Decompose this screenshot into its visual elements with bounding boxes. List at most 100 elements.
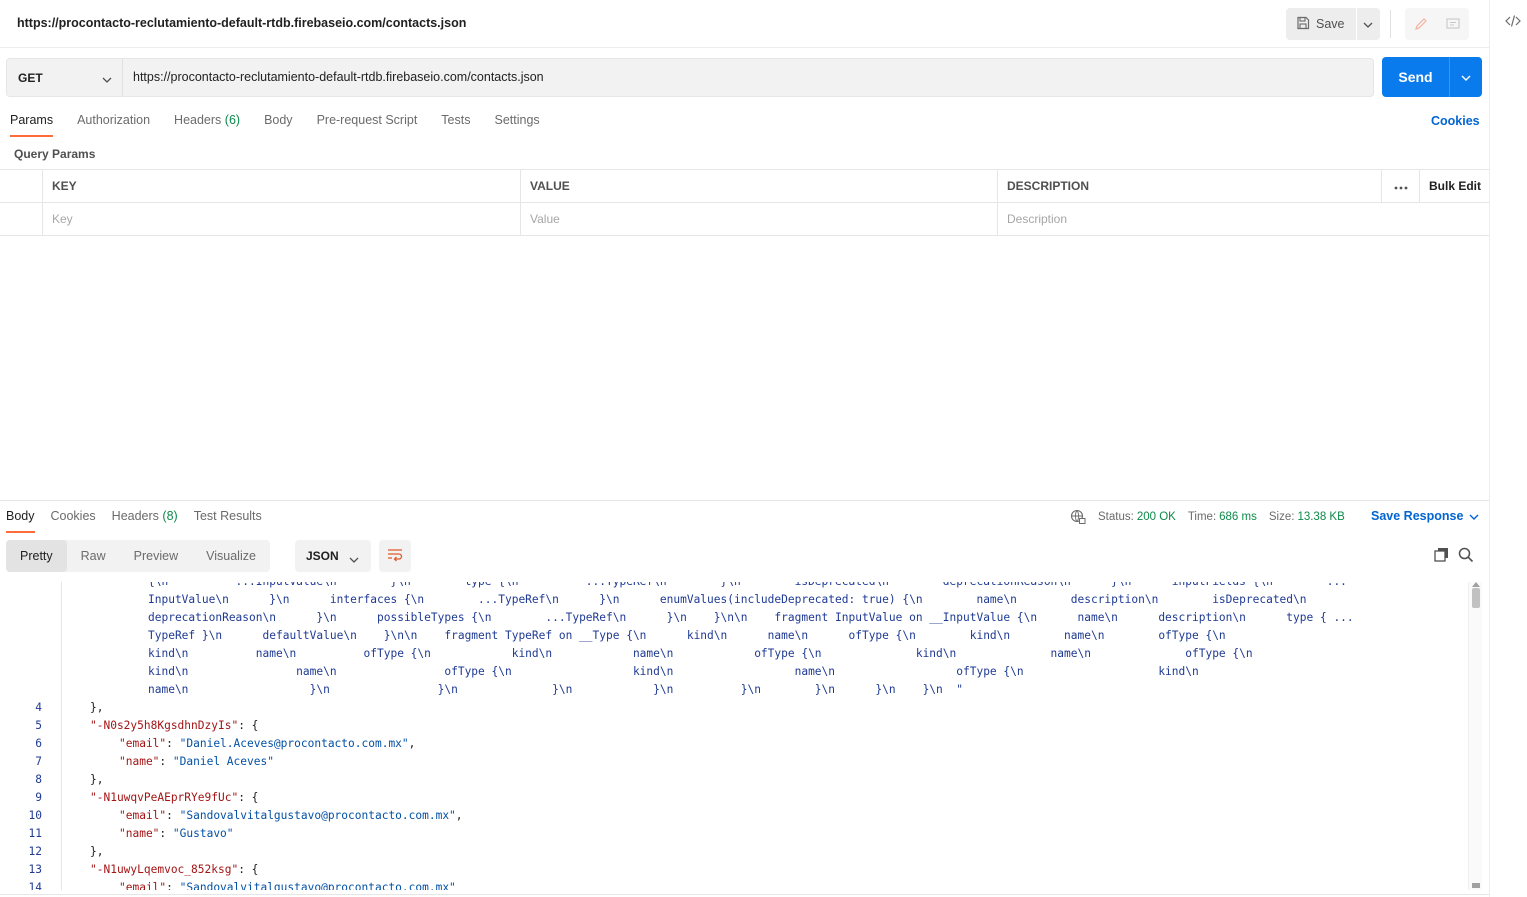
tab-response-headers[interactable]: Headers (8) <box>112 509 178 533</box>
url-input[interactable]: https://procontacto-reclutamiento-defaul… <box>133 59 544 96</box>
view-pretty[interactable]: Pretty <box>6 540 67 572</box>
view-mode-toggle[interactable] <box>1405 8 1469 40</box>
code-line: }, <box>90 771 103 789</box>
code-line: "-N1uwqvPeAEprRYe9fUc": { <box>90 789 258 807</box>
params-row: Key Value Description <box>0 203 1489 236</box>
more-horizontal-icon <box>1394 170 1408 203</box>
json-string-value: "Sandovalvitalgustavo@procontacto.com.mx… <box>179 809 456 822</box>
send-options-button[interactable] <box>1449 57 1482 97</box>
headers-count: (6) <box>224 113 241 127</box>
json-punctuation: }, <box>90 845 104 858</box>
tab-params[interactable]: Params <box>10 113 54 137</box>
chevron-down-icon <box>102 72 112 86</box>
globe-icon[interactable] <box>1070 509 1086 525</box>
cookies-link[interactable]: Cookies <box>1431 114 1480 128</box>
format-label: JSON <box>306 549 339 563</box>
line-number: 6 <box>35 737 42 750</box>
json-key: "-N1uwyLqemvoc_852ksg" <box>90 863 239 876</box>
code-line: }, <box>90 843 103 861</box>
save-response-label: Save Response <box>1371 509 1464 523</box>
save-group: Save <box>1286 8 1380 40</box>
code-line: "name": "Daniel Aceves" <box>119 753 274 771</box>
json-string-value: "Gustavo" <box>172 827 234 840</box>
divider <box>1390 10 1391 38</box>
tab-test-results[interactable]: Test Results <box>194 509 262 533</box>
chevron-down-icon <box>1363 17 1373 31</box>
time-value[interactable]: 686 ms <box>1219 511 1257 523</box>
method-select[interactable]: GET <box>7 59 123 96</box>
code-line: "email": "Sandovalvitalgustavo@procontac… <box>119 807 463 825</box>
code-line-wrapped: InputValue\n }\n interfaces {\n ...TypeR… <box>148 593 1307 606</box>
tab-tests[interactable]: Tests <box>441 113 470 137</box>
save-icon <box>1296 16 1310 33</box>
send-button[interactable]: Send <box>1382 57 1449 97</box>
tab-authorization[interactable]: Authorization <box>77 113 150 137</box>
view-raw[interactable]: Raw <box>67 540 120 572</box>
time-label: Time: <box>1187 511 1217 523</box>
tab-response-cookies[interactable]: Cookies <box>51 509 96 533</box>
tab-response-body[interactable]: Body <box>6 509 35 533</box>
save-label: Save <box>1316 17 1345 31</box>
status-value[interactable]: 200 OK <box>1137 511 1176 523</box>
json-string-value: "Daniel Aceves" <box>172 755 274 768</box>
code-icon[interactable] <box>1505 14 1521 31</box>
json-punctuation: : { <box>238 791 259 804</box>
param-key-input[interactable]: Key <box>42 203 520 236</box>
param-description-input[interactable]: Description <box>997 203 1381 236</box>
save-options-button[interactable] <box>1355 8 1380 40</box>
bulk-edit-button[interactable]: Bulk Edit <box>1419 170 1489 203</box>
request-title[interactable]: https://procontacto-reclutamiento-defaul… <box>17 16 466 30</box>
scroll-up-arrow[interactable] <box>1472 582 1480 587</box>
scroll-down-arrow[interactable] <box>1472 883 1480 888</box>
line-number: 14 <box>28 881 42 890</box>
code-scrollbar[interactable] <box>1468 582 1482 890</box>
size-value[interactable]: 13.38 KB <box>1297 511 1344 523</box>
view-preview[interactable]: Preview <box>120 540 192 572</box>
tab-body[interactable]: Body <box>264 113 293 137</box>
wrap-lines-button[interactable] <box>379 540 411 572</box>
json-punctuation: : <box>166 881 180 890</box>
scroll-thumb[interactable] <box>1472 588 1480 608</box>
copy-icon[interactable] <box>1434 547 1449 565</box>
view-visualize[interactable]: Visualize <box>192 540 270 572</box>
code-line: "email": "Sandovalvitalgustavo@procontac… <box>119 879 456 890</box>
tab-prerequest-script[interactable]: Pre-request Script <box>317 113 418 137</box>
json-key: "email" <box>119 881 167 890</box>
comment-icon[interactable] <box>1437 8 1469 40</box>
line-number: 5 <box>35 719 42 732</box>
json-key: "email" <box>119 809 167 822</box>
response-divider[interactable] <box>0 500 1489 501</box>
code-line: "-N0s2y5h8KgsdhnDzyIs": { <box>90 717 258 735</box>
code-line-wrapped: name\n }\n }\n }\n }\n }\n }\n }\n }\n " <box>148 683 963 696</box>
code-line: "email": "Daniel.Aceves@procontacto.com.… <box>119 735 415 753</box>
status-label: Status: <box>1098 511 1134 523</box>
json-string-value: "Daniel.Aceves@procontacto.com.mx" <box>179 737 409 750</box>
save-button[interactable]: Save <box>1286 8 1356 40</box>
line-number: 10 <box>28 809 42 822</box>
code-line-wrapped: {\n ...InputValue\n }\n type {\n ...Type… <box>148 582 1347 591</box>
more-options-button[interactable] <box>1381 170 1419 203</box>
response-code-viewer[interactable]: {\n ...InputValue\n }\n type {\n ...Type… <box>0 582 1468 890</box>
line-number: 13 <box>28 863 42 876</box>
line-number: 8 <box>35 773 42 786</box>
code-line: "name": "Gustavo" <box>119 825 234 843</box>
code-line-wrapped: kind\n name\n ofType {\n kind\n name\n o… <box>148 665 1199 678</box>
tab-headers[interactable]: Headers (6) <box>174 113 240 137</box>
code-line-wrapped: kind\n name\n ofType {\n kind\n name\n o… <box>148 647 1253 660</box>
save-response-button[interactable]: Save Response <box>1371 509 1479 523</box>
chevron-down-icon <box>1461 70 1471 84</box>
tab-settings[interactable]: Settings <box>494 113 539 137</box>
params-header-row: KEY VALUE DESCRIPTION Bulk Edit <box>0 170 1489 203</box>
search-icon[interactable] <box>1458 547 1474 566</box>
json-punctuation: : <box>159 827 173 840</box>
json-key: "name" <box>119 755 160 768</box>
method-label: GET <box>18 70 43 85</box>
pencil-icon[interactable] <box>1405 8 1437 40</box>
response-meta: Status: 200 OK Time: 686 ms Size: 13.38 … <box>1070 509 1357 525</box>
format-select[interactable]: JSON <box>295 540 371 572</box>
size-label: Size: <box>1268 511 1295 523</box>
param-value-input[interactable]: Value <box>520 203 997 236</box>
code-line-wrapped: deprecationReason\n }\n possibleTypes {\… <box>148 611 1354 624</box>
request-header: https://procontacto-reclutamiento-defaul… <box>0 0 1489 48</box>
chevron-down-icon <box>349 552 359 566</box>
